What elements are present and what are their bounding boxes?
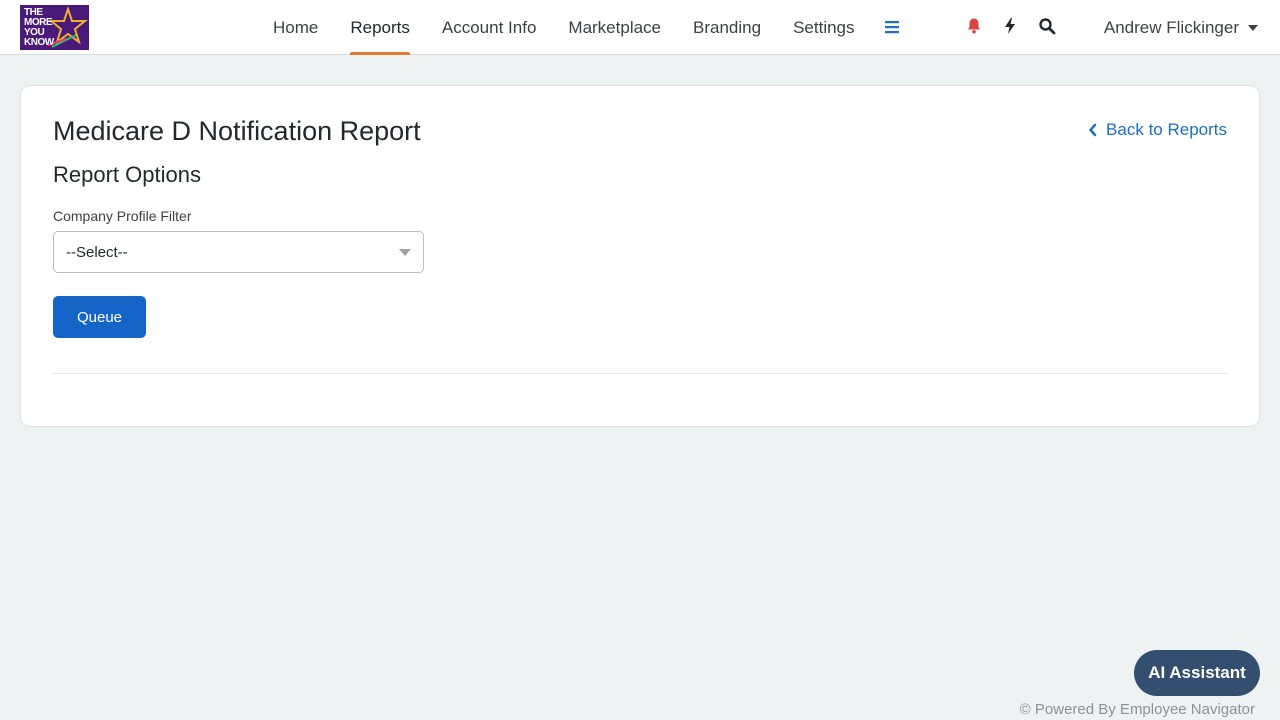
ai-assistant-button[interactable]: AI Assistant — [1134, 650, 1260, 696]
user-menu[interactable]: Andrew Flickinger — [1104, 0, 1258, 55]
nav-marketplace[interactable]: Marketplace — [552, 0, 677, 55]
dropdown-arrow-icon — [399, 249, 411, 256]
top-navigation: THE MORE YOU KNOW Home Reports Account I… — [0, 0, 1280, 55]
logo-text: THE MORE YOU KNOW — [24, 7, 54, 48]
section-title: Report Options — [53, 162, 201, 187]
search-icon[interactable] — [1038, 17, 1056, 35]
nav-settings[interactable]: Settings — [777, 0, 870, 55]
company-logo[interactable]: THE MORE YOU KNOW — [20, 5, 89, 50]
back-to-reports-link[interactable]: Back to Reports — [1088, 120, 1227, 140]
chevron-left-icon — [1089, 123, 1097, 137]
nav-home[interactable]: Home — [257, 0, 334, 55]
select-value: --Select-- — [66, 243, 128, 261]
nav-account-info[interactable]: Account Info — [426, 0, 553, 55]
main-nav: Home Reports Account Info Marketplace Br… — [257, 0, 871, 55]
caret-down-icon — [1248, 25, 1258, 31]
hamburger-icon[interactable] — [884, 19, 900, 35]
page-title: Medicare D Notification Report — [53, 116, 421, 146]
divider — [53, 373, 1227, 374]
nav-reports[interactable]: Reports — [334, 0, 426, 55]
footer-text: © Powered By Employee Navigator — [1019, 701, 1255, 718]
queue-button[interactable]: Queue — [53, 296, 146, 338]
back-link-label: Back to Reports — [1106, 120, 1227, 139]
company-profile-filter-select[interactable]: --Select-- — [53, 231, 424, 273]
nav-branding[interactable]: Branding — [677, 0, 777, 55]
bolt-icon[interactable] — [1001, 17, 1019, 35]
user-name: Andrew Flickinger — [1103, 17, 1239, 37]
report-card: Medicare D Notification Report Back to R… — [20, 85, 1260, 427]
bell-icon[interactable] — [965, 17, 983, 35]
company-profile-filter-label: Company Profile Filter — [53, 208, 192, 224]
